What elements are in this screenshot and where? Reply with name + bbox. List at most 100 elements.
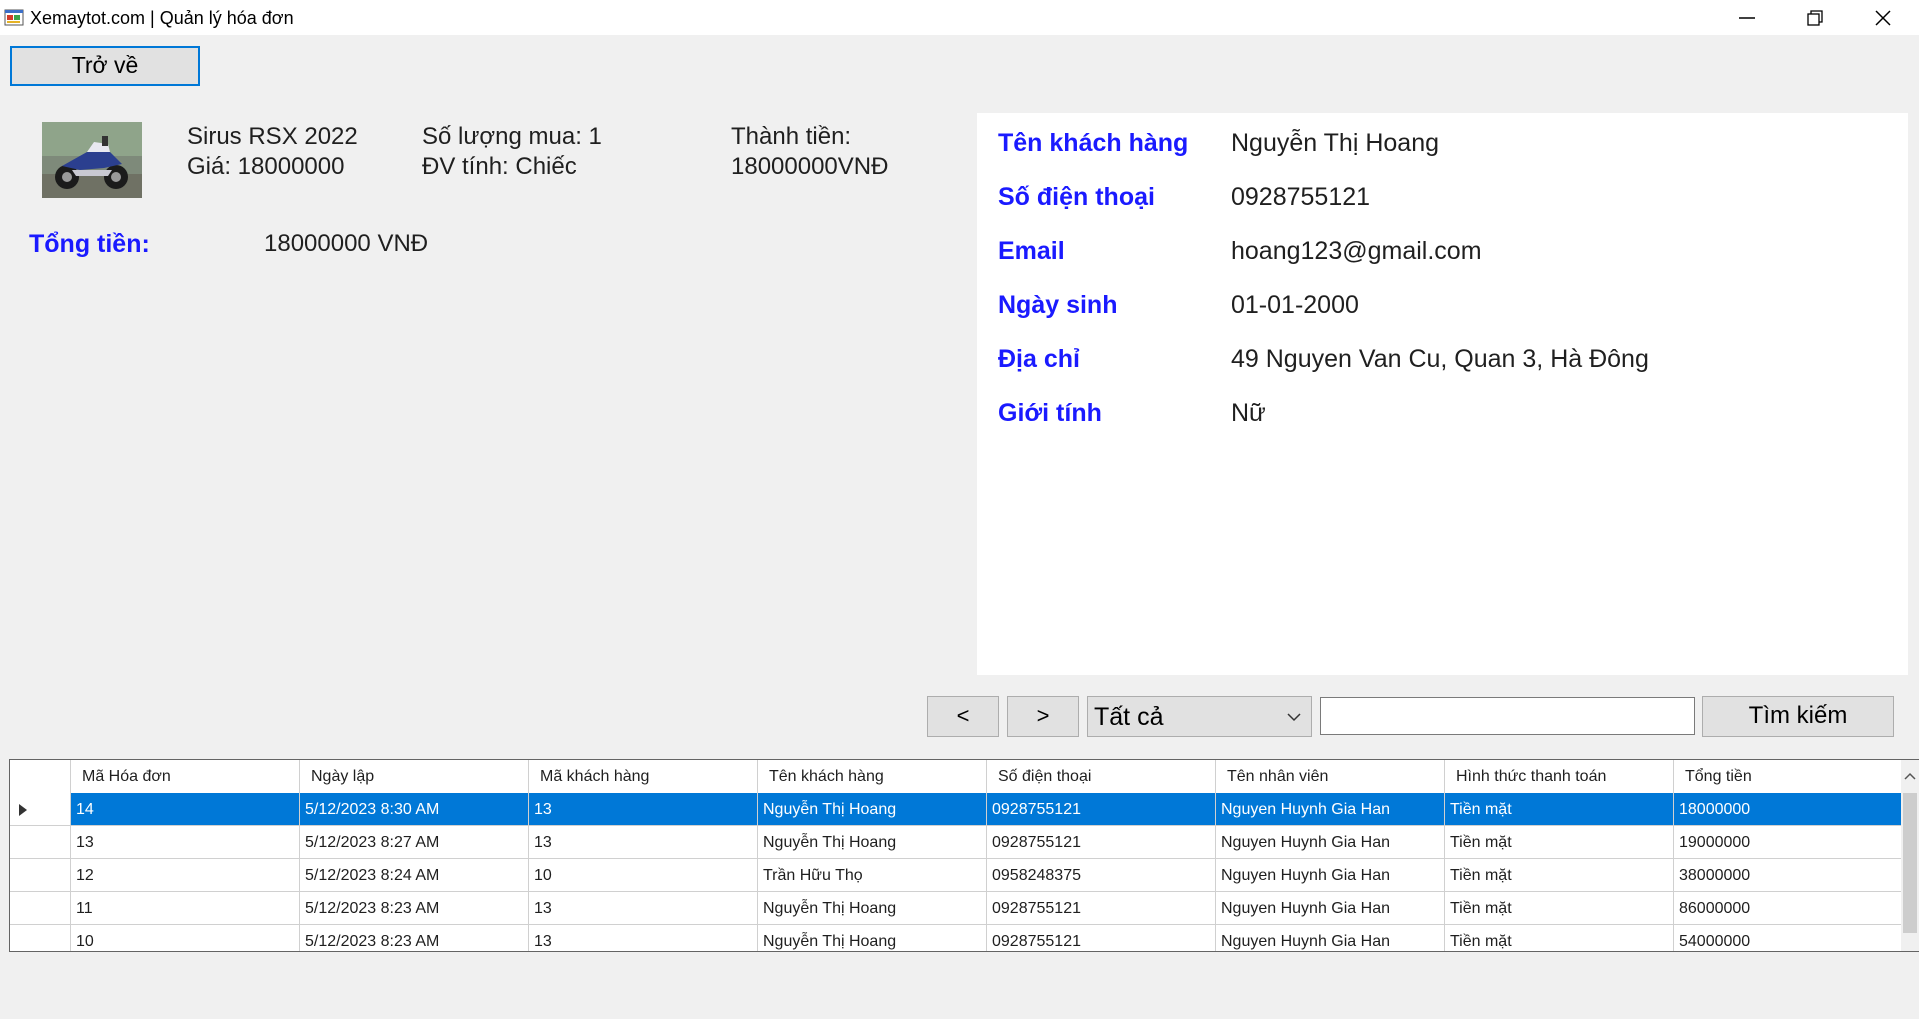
cell-phone[interactable]: 0928755121 [987, 925, 1216, 951]
cell-payment[interactable]: Tiền mặt [1445, 925, 1674, 951]
product-unit: ĐV tính: Chiếc [422, 153, 577, 180]
customer-address: 49 Nguyen Van Cu, Quan 3, Hà Đông [1231, 345, 1649, 373]
subtotal-value: 18000000VNĐ [731, 153, 889, 180]
row-header[interactable] [10, 826, 71, 859]
table-row[interactable]: 10 5/12/2023 8:23 AM 13 Nguyễn Thị Hoang… [10, 925, 1903, 951]
window-title: Xemaytot.com | Quản lý hóa đơn [30, 8, 294, 28]
cell-invoice-id[interactable]: 10 [71, 925, 300, 951]
cell-total[interactable]: 18000000 [1674, 793, 1903, 826]
cell-customer-id[interactable]: 13 [529, 892, 758, 925]
cell-total[interactable]: 38000000 [1674, 859, 1903, 892]
restore-button[interactable] [1781, 0, 1849, 35]
column-header[interactable]: Mã Hóa đơn [71, 760, 300, 793]
column-header[interactable]: Tổng tiền [1674, 760, 1903, 793]
customer-gender: Nữ [1231, 399, 1266, 427]
minimize-button[interactable] [1713, 0, 1781, 35]
scrollbar-thumb[interactable] [1903, 793, 1917, 933]
row-header[interactable] [10, 925, 71, 951]
row-header[interactable] [10, 859, 71, 892]
title-bar: Xemaytot.com | Quản lý hóa đơn [0, 0, 1919, 35]
app-window-icon [4, 9, 24, 26]
column-header[interactable]: Hình thức thanh toán [1445, 760, 1674, 793]
cell-customer-id[interactable]: 10 [529, 859, 758, 892]
column-header[interactable]: Số điện thoại [987, 760, 1216, 793]
cell-phone[interactable]: 0958248375 [987, 859, 1216, 892]
cell-payment[interactable]: Tiền mặt [1445, 826, 1674, 859]
cell-date[interactable]: 5/12/2023 8:27 AM [300, 826, 529, 859]
table-row[interactable]: 14 5/12/2023 8:30 AM 13 Nguyễn Thị Hoang… [10, 793, 1903, 826]
cell-date[interactable]: 5/12/2023 8:30 AM [300, 793, 529, 826]
filter-dropdown[interactable]: Tất cả [1087, 696, 1312, 737]
motorbike-photo [42, 122, 142, 198]
current-row-arrow-icon [19, 804, 27, 816]
cell-customer-name[interactable]: Trần Hữu Thọ [758, 859, 987, 892]
table-row[interactable]: 12 5/12/2023 8:24 AM 10 Trần Hữu Thọ 095… [10, 859, 1903, 892]
cell-employee[interactable]: Nguyen Huynh Gia Han [1216, 826, 1445, 859]
row-header[interactable] [10, 793, 71, 826]
cell-payment[interactable]: Tiền mặt [1445, 859, 1674, 892]
customer-phone: 0928755121 [1231, 183, 1371, 211]
filter-selected-value: Tất cả [1094, 703, 1164, 731]
invoice-grid[interactable]: Mã Hóa đơn Ngày lập Mã khách hàng Tên kh… [9, 759, 1919, 952]
cell-date[interactable]: 5/12/2023 8:23 AM [300, 892, 529, 925]
cell-customer-name[interactable]: Nguyễn Thị Hoang [758, 892, 987, 925]
cell-customer-name[interactable]: Nguyễn Thị Hoang [758, 826, 987, 859]
column-header[interactable]: Ngày lập [300, 760, 529, 793]
cell-customer-id[interactable]: 13 [529, 925, 758, 951]
customer-dob: 01-01-2000 [1231, 291, 1359, 319]
customer-name-label: Tên khách hàng [998, 129, 1189, 157]
grid-header: Mã Hóa đơn Ngày lập Mã khách hàng Tên kh… [10, 760, 1910, 794]
column-header[interactable]: Tên nhân viên [1216, 760, 1445, 793]
grid-vertical-scrollbar[interactable] [1901, 760, 1919, 951]
restore-icon [1807, 10, 1823, 26]
cell-customer-id[interactable]: 13 [529, 793, 758, 826]
prev-page-button[interactable]: < [927, 696, 999, 737]
column-header[interactable]: Tên khách hàng [758, 760, 987, 793]
cell-invoice-id[interactable]: 14 [71, 793, 300, 826]
cell-date[interactable]: 5/12/2023 8:24 AM [300, 859, 529, 892]
back-button[interactable]: Trở về [10, 46, 200, 86]
next-page-button[interactable]: > [1007, 696, 1079, 737]
cell-phone[interactable]: 0928755121 [987, 826, 1216, 859]
cell-customer-name[interactable]: Nguyễn Thị Hoang [758, 925, 987, 951]
cell-phone[interactable]: 0928755121 [987, 892, 1216, 925]
product-name: Sirus RSX 2022 [187, 123, 358, 150]
total-label: Tổng tiền: [29, 230, 150, 258]
search-input[interactable] [1320, 697, 1695, 735]
cell-invoice-id[interactable]: 13 [71, 826, 300, 859]
cell-employee[interactable]: Nguyen Huynh Gia Han [1216, 859, 1445, 892]
cell-employee[interactable]: Nguyen Huynh Gia Han [1216, 892, 1445, 925]
chevron-down-icon [1287, 713, 1301, 722]
cell-phone[interactable]: 0928755121 [987, 793, 1216, 826]
cell-employee[interactable]: Nguyen Huynh Gia Han [1216, 793, 1445, 826]
customer-address-label: Địa chỉ [998, 345, 1080, 373]
customer-panel: Tên khách hàng Nguyễn Thị Hoang Số điện … [977, 113, 1908, 675]
product-price: Giá: 18000000 [187, 153, 345, 180]
customer-name: Nguyễn Thị Hoang [1231, 129, 1440, 157]
search-button[interactable]: Tìm kiếm [1702, 696, 1894, 737]
cell-date[interactable]: 5/12/2023 8:23 AM [300, 925, 529, 951]
cell-customer-name[interactable]: Nguyễn Thị Hoang [758, 793, 987, 826]
chevron-up-icon [1904, 772, 1916, 780]
cell-total[interactable]: 19000000 [1674, 826, 1903, 859]
subtotal-label: Thành tiền: [731, 123, 852, 150]
column-header[interactable]: Mã khách hàng [529, 760, 758, 793]
cell-total[interactable]: 54000000 [1674, 925, 1903, 951]
customer-gender-label: Giới tính [998, 399, 1102, 427]
customer-phone-label: Số điện thoại [998, 183, 1155, 211]
close-button[interactable] [1849, 0, 1917, 35]
product-quantity: Số lượng mua: 1 [422, 123, 602, 150]
table-row[interactable]: 13 5/12/2023 8:27 AM 13 Nguyễn Thị Hoang… [10, 826, 1903, 859]
row-header[interactable] [10, 892, 71, 925]
cell-invoice-id[interactable]: 11 [71, 892, 300, 925]
cell-total[interactable]: 86000000 [1674, 892, 1903, 925]
close-icon [1875, 10, 1891, 26]
cell-customer-id[interactable]: 13 [529, 826, 758, 859]
customer-email: hoang123@gmail.com [1231, 237, 1482, 265]
cell-payment[interactable]: Tiền mặt [1445, 892, 1674, 925]
customer-email-label: Email [998, 237, 1065, 265]
table-row[interactable]: 11 5/12/2023 8:23 AM 13 Nguyễn Thị Hoang… [10, 892, 1903, 925]
cell-invoice-id[interactable]: 12 [71, 859, 300, 892]
cell-payment[interactable]: Tiền mặt [1445, 793, 1674, 826]
cell-employee[interactable]: Nguyen Huynh Gia Han [1216, 925, 1445, 951]
